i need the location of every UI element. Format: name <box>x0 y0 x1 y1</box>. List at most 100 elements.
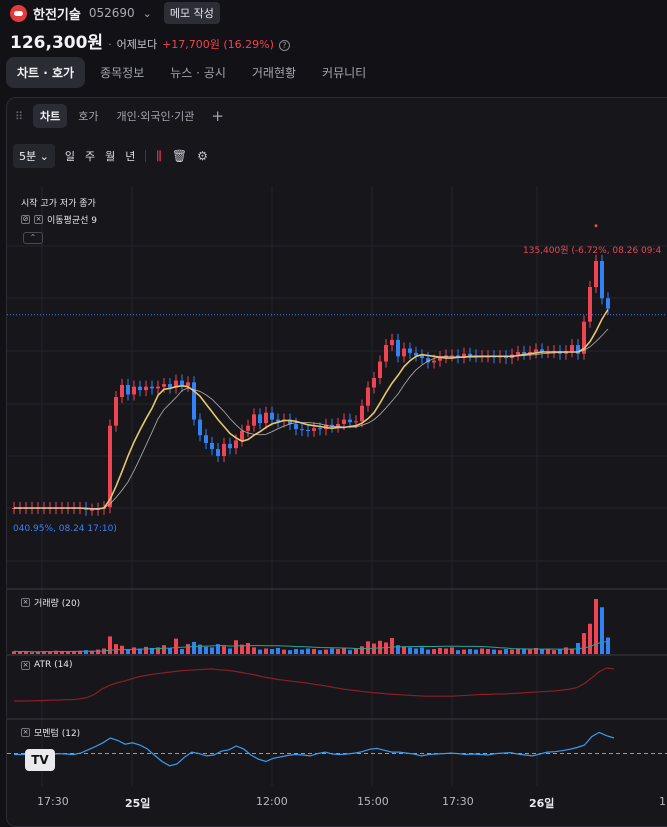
volume-bar <box>354 648 358 654</box>
tab-trading[interactable]: 거래현황 <box>241 57 307 88</box>
volume-bar <box>306 648 310 654</box>
volume-bar <box>600 607 604 654</box>
volume-bar <box>426 649 430 654</box>
close-icon[interactable]: × <box>21 598 30 607</box>
volume-bar <box>252 647 256 654</box>
candle <box>420 355 424 359</box>
volume-bar <box>492 649 496 654</box>
volume-bar <box>420 647 424 654</box>
help-icon[interactable]: ? <box>278 40 290 51</box>
chevron-down-icon[interactable]: ⌄ <box>143 7 152 20</box>
tab-chart-orderbook[interactable]: 차트 · 호가 <box>6 57 86 88</box>
volume-bar <box>552 650 556 654</box>
candle <box>594 261 598 287</box>
timeframe-year[interactable]: 년 <box>125 148 135 164</box>
momentum-legend: × 모멘텀 (12) <box>21 728 81 739</box>
candle <box>144 386 148 391</box>
candle <box>138 386 142 391</box>
volume-bar <box>384 642 388 654</box>
candle <box>342 419 346 424</box>
volume-bar <box>474 649 478 654</box>
collapse-legend-button[interactable]: ⌃ <box>23 232 43 244</box>
candle <box>468 353 472 356</box>
volume-bar <box>432 649 436 654</box>
x-tick: 17:30 <box>442 795 474 808</box>
candle <box>312 428 316 431</box>
tab-stock-info[interactable]: 종목정보 <box>89 57 155 88</box>
volume-bar <box>342 647 346 654</box>
volume-bar <box>522 649 526 654</box>
volume-bar <box>96 649 100 654</box>
atr-legend: × ATR (14) <box>21 660 73 670</box>
price-change: +17,700원 (16.29%) <box>162 38 274 51</box>
candle <box>384 345 388 362</box>
drag-handle-icon[interactable]: ⠿ <box>15 110 29 123</box>
candle <box>132 386 136 395</box>
interval-select[interactable]: 5분 ⌄ <box>13 144 55 168</box>
candle <box>120 384 124 398</box>
candle <box>354 421 358 423</box>
volume-bar <box>180 649 184 654</box>
chart-canvas[interactable] <box>7 186 667 786</box>
tab-investors[interactable]: 개인·외국인·기관 <box>110 104 202 128</box>
volume-bar <box>186 644 190 654</box>
volume-bar <box>504 649 508 654</box>
close-icon[interactable]: × <box>21 728 30 737</box>
close-icon[interactable]: × <box>34 215 43 224</box>
chart-tabs: ⠿ 차트 호가 개인·외국인·기관 + <box>15 104 224 128</box>
candle <box>234 440 238 449</box>
candle <box>126 384 130 395</box>
candle <box>186 382 190 386</box>
atr-line <box>14 667 615 702</box>
timeframe-month[interactable]: 월 <box>105 148 115 164</box>
x-tick: 12:00 <box>256 795 288 808</box>
volume-bar <box>300 649 304 654</box>
toolbar-divider <box>145 150 147 162</box>
main-tabs: 차트 · 호가 종목정보 뉴스 · 공시 거래현황 커뮤니티 <box>6 56 377 89</box>
volume-bar <box>204 646 208 654</box>
candle <box>216 449 220 456</box>
x-tick: 1 <box>659 795 666 808</box>
volume-bar <box>312 649 316 654</box>
timeframe-week[interactable]: 주 <box>85 148 95 164</box>
volume-bar <box>480 648 484 654</box>
volume-bar <box>114 644 118 654</box>
candle <box>198 419 202 436</box>
tab-news[interactable]: 뉴스 · 공시 <box>159 57 237 88</box>
candle <box>408 348 412 353</box>
volume-bar <box>48 651 52 654</box>
close-icon[interactable]: × <box>21 660 30 670</box>
candle <box>402 348 406 357</box>
volume-bar <box>402 646 406 654</box>
candle <box>570 345 574 352</box>
volume-legend: × 거래량 (20) <box>21 598 81 609</box>
candle <box>318 428 322 430</box>
candle <box>534 349 538 352</box>
eye-off-icon[interactable]: ⊘ <box>21 215 30 224</box>
volume-bar <box>528 649 532 654</box>
volume-bar <box>174 638 178 654</box>
candle <box>390 339 394 346</box>
tab-orderbook[interactable]: 호가 <box>71 104 105 128</box>
stock-title-row: 한전기술 052690 ⌄ 메모 작성 <box>10 2 220 24</box>
gear-icon[interactable]: ⚙ <box>197 149 208 163</box>
timeframe-day[interactable]: 일 <box>65 148 75 164</box>
candle <box>240 430 244 441</box>
stock-name[interactable]: 한전기술 <box>33 4 81 23</box>
price-row: 126,300원 · 어제보다 +17,700원 (16.29%) ? <box>10 28 290 53</box>
candle <box>606 298 610 309</box>
volume-bar <box>456 650 460 654</box>
trash-icon[interactable]: 🗑 <box>172 149 187 163</box>
tab-chart[interactable]: 차트 <box>33 104 68 128</box>
volume-bar <box>348 650 352 654</box>
memo-button[interactable]: 메모 작성 <box>163 2 220 24</box>
candle-settings-icon[interactable]: ⫼ <box>156 149 162 164</box>
ohlc-legend: 시작 고가 저가 종가 <box>21 199 96 209</box>
add-tab-icon[interactable]: + <box>211 107 224 125</box>
volume-bar <box>168 648 172 654</box>
candle <box>228 443 232 449</box>
tab-community[interactable]: 커뮤니티 <box>311 57 377 88</box>
volume-bar <box>246 643 250 654</box>
candle <box>150 386 154 389</box>
candle <box>396 339 400 357</box>
